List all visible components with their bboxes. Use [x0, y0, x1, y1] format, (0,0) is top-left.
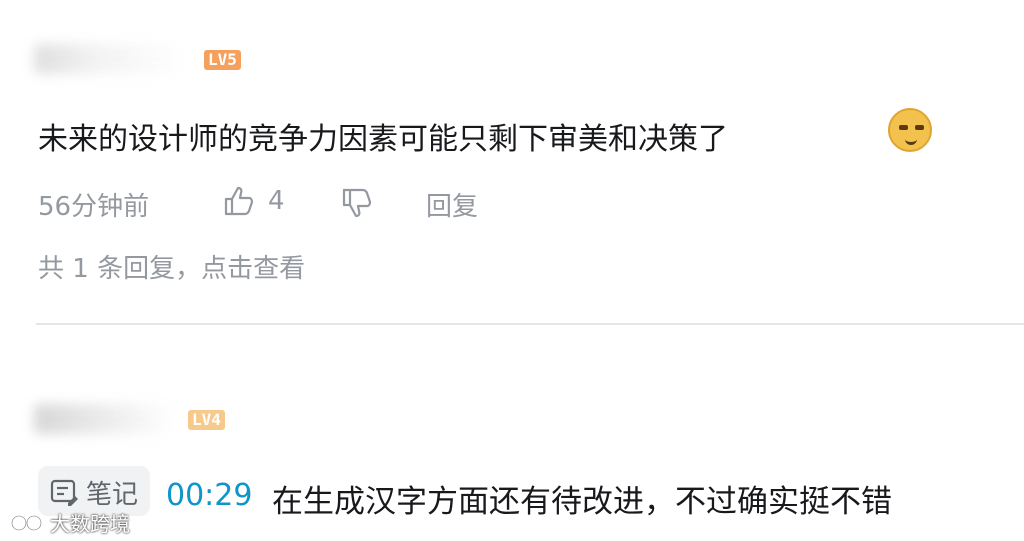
username-blurred[interactable]: [34, 404, 174, 434]
level-badge: LV4: [188, 410, 225, 430]
divider: [36, 323, 1024, 325]
thumbs-up-icon[interactable]: [222, 184, 256, 218]
thumbs-down-icon[interactable]: [340, 186, 374, 220]
reply-button[interactable]: 回复: [426, 186, 478, 223]
like-count: 4: [268, 186, 285, 216]
watermark-logo-icon: [10, 514, 43, 532]
level-badge: LV5: [204, 50, 241, 70]
note-icon: [50, 479, 78, 506]
video-timestamp-link[interactable]: 00:29: [166, 478, 252, 513]
note-label: 笔记: [86, 480, 139, 510]
comment-time: 56分钟前: [38, 192, 150, 222]
watermark-text: 大数跨境: [50, 512, 130, 536]
doge-emoji-icon: [888, 108, 932, 152]
comment-text: 未来的设计师的竞争力因素可能只剩下审美和决策了: [38, 122, 728, 157]
view-replies-link[interactable]: 共 1 条回复，点击查看: [38, 248, 305, 285]
comment-text: 在生成汉字方面还有待改进，不过确实挺不错: [272, 484, 892, 520]
username-blurred[interactable]: [34, 44, 184, 74]
